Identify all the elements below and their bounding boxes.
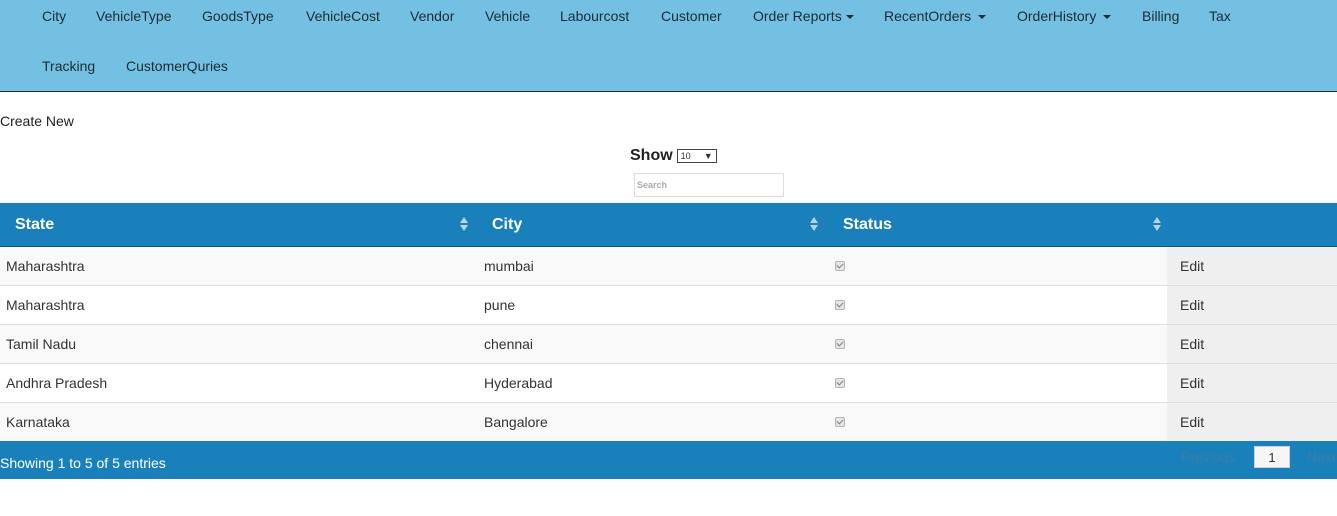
table-row: Tamil Nadu chennai Edit xyxy=(0,325,1337,364)
status-checkbox[interactable] xyxy=(835,300,845,310)
dropdown-arrow-icon: ▼ xyxy=(703,151,713,161)
nav-item-order-reports[interactable]: Order Reports xyxy=(753,0,854,32)
status-checkbox[interactable] xyxy=(835,261,845,271)
cell-state: Maharashtra xyxy=(6,297,85,313)
nav-item-order-history-label: OrderHistory xyxy=(1017,8,1097,24)
pagination-next[interactable]: Next xyxy=(1307,449,1336,465)
edit-link[interactable]: Edit xyxy=(1180,247,1204,285)
column-header-status[interactable]: Status xyxy=(843,203,892,246)
table-row: Maharashtra mumbai Edit xyxy=(0,247,1337,286)
action-cell: Edit xyxy=(1167,286,1337,324)
cell-state: Andhra Pradesh xyxy=(6,375,108,391)
action-cell: Edit xyxy=(1167,325,1337,363)
column-header-state[interactable]: State xyxy=(15,203,54,246)
search-input[interactable]: Search xyxy=(634,173,784,197)
nav-item-vehicletype[interactable]: VehicleType xyxy=(96,0,172,32)
nav-item-billing[interactable]: Billing xyxy=(1142,0,1179,32)
caret-down-icon xyxy=(1103,15,1112,20)
sort-icon[interactable] xyxy=(460,217,468,233)
status-checkbox[interactable] xyxy=(835,378,845,388)
action-cell: Edit xyxy=(1167,364,1337,402)
pagination-previous[interactable]: Previous xyxy=(1181,449,1235,465)
edit-link[interactable]: Edit xyxy=(1180,364,1204,402)
create-new-link[interactable]: Create New xyxy=(0,113,74,129)
table-row: Andhra Pradesh Hyderabad Edit xyxy=(0,364,1337,403)
status-checkbox[interactable] xyxy=(835,339,845,349)
cell-state: Maharashtra xyxy=(6,258,85,274)
nav-item-order-reports-label: Order Reports xyxy=(753,8,842,24)
cell-city: mumbai xyxy=(484,258,534,274)
cell-city: chennai xyxy=(484,336,534,352)
nav-item-tracking[interactable]: Tracking xyxy=(42,50,95,82)
nav-item-vehiclecost[interactable]: VehicleCost xyxy=(306,0,380,32)
length-menu: Show 10 ▼ xyxy=(630,147,717,165)
nav-item-recent-orders[interactable]: RecentOrders xyxy=(884,0,987,32)
nav-item-customer[interactable]: Customer xyxy=(661,0,722,32)
sort-icon[interactable] xyxy=(1153,217,1161,233)
nav-item-tax[interactable]: Tax xyxy=(1209,0,1231,32)
nav-item-goodstype[interactable]: GoodsType xyxy=(202,0,274,32)
nav-item-vehicle[interactable]: Vehicle xyxy=(485,0,530,32)
sort-icon[interactable] xyxy=(810,217,818,233)
table-footer: Showing 1 to 5 of 5 entries Previous 1 N… xyxy=(0,441,1337,479)
page-length-select[interactable]: 10 ▼ xyxy=(676,149,717,163)
column-header-city[interactable]: City xyxy=(492,203,522,246)
pagination-page-1[interactable]: 1 xyxy=(1254,446,1290,468)
nav-item-order-history[interactable]: OrderHistory xyxy=(1017,0,1112,32)
cell-city: Hyderabad xyxy=(484,375,553,391)
cell-city: pune xyxy=(484,297,516,313)
nav-item-customer-queries[interactable]: CustomerQuries xyxy=(126,50,228,82)
nav-item-recent-orders-label: RecentOrders xyxy=(884,8,972,24)
action-cell: Edit xyxy=(1167,247,1337,285)
edit-link[interactable]: Edit xyxy=(1180,286,1204,324)
show-label: Show xyxy=(630,147,673,164)
page-length-value: 10 xyxy=(680,151,691,161)
table-header: State City Status xyxy=(0,203,1337,247)
top-navbar: City VehicleType GoodsType VehicleCost V… xyxy=(0,0,1337,92)
table-row: Karnataka Bangalore Edit xyxy=(0,403,1337,442)
edit-link[interactable]: Edit xyxy=(1180,325,1204,363)
entries-info: Showing 1 to 5 of 5 entries xyxy=(0,455,166,471)
table-row: Maharashtra pune Edit xyxy=(0,286,1337,325)
nav-item-vendor[interactable]: Vendor xyxy=(410,0,454,32)
action-cell: Edit xyxy=(1167,403,1337,441)
nav-item-labourcost[interactable]: Labourcost xyxy=(560,0,629,32)
cell-state: Tamil Nadu xyxy=(6,336,77,352)
status-checkbox[interactable] xyxy=(835,417,845,427)
caret-down-icon xyxy=(845,15,854,20)
cell-city: Bangalore xyxy=(484,414,548,430)
caret-down-icon xyxy=(978,15,987,20)
cell-state: Karnataka xyxy=(6,414,70,430)
edit-link[interactable]: Edit xyxy=(1180,403,1204,441)
nav-item-city[interactable]: City xyxy=(42,0,66,32)
